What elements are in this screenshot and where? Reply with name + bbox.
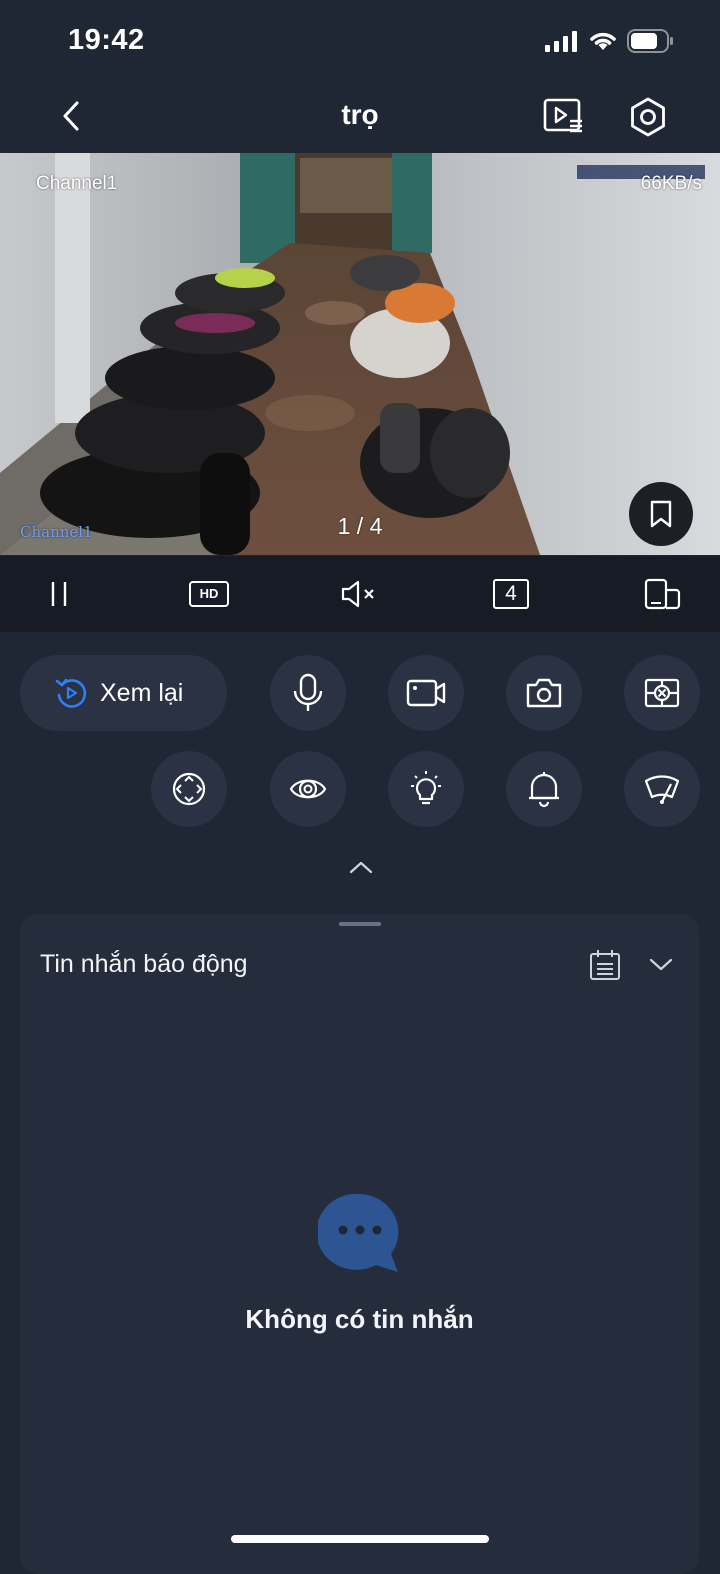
video-camera-icon (406, 679, 446, 707)
camera-icon (526, 678, 562, 708)
rotate-device-icon (644, 578, 681, 610)
mute-button[interactable] (338, 574, 380, 614)
bookmark-icon (650, 500, 672, 528)
alarm-messages-panel: Tin nhắn báo động Không có tin nhắn (20, 914, 699, 1574)
battery-icon (627, 29, 675, 58)
grid-close-icon (644, 678, 680, 708)
signal-icon (545, 30, 579, 57)
calendar-icon (590, 950, 620, 980)
page-indicator: 1 / 4 (337, 513, 383, 539)
ptz-button[interactable] (151, 751, 227, 827)
talk-button[interactable] (270, 655, 346, 731)
chevron-up-icon (349, 861, 373, 874)
quality-button[interactable]: HD (188, 574, 230, 614)
light-bulb-icon (411, 771, 441, 805)
empty-message-icon (316, 1192, 402, 1281)
alarm-title: Tin nhắn báo động (40, 950, 248, 978)
channel-label: Channel1 (36, 173, 118, 194)
light-button[interactable] (388, 751, 464, 827)
privacy-button[interactable] (270, 751, 346, 827)
alarm-siren-button[interactable] (506, 751, 582, 827)
replay-icon (55, 678, 87, 708)
pause-button[interactable] (38, 574, 80, 614)
live-video-view[interactable]: Channel1 66KB/s Channel1 1 / 4 (0, 153, 720, 555)
split-count-badge: 4 (493, 579, 529, 609)
calendar-button[interactable] (588, 948, 622, 982)
direction-pad-icon (172, 772, 206, 806)
record-button[interactable] (388, 655, 464, 731)
playlist-icon (543, 98, 582, 133)
bell-icon (529, 772, 559, 808)
eye-icon (289, 779, 327, 799)
chevron-down-icon (649, 958, 673, 971)
bitrate-label: 66KB/s (640, 173, 702, 194)
hexagon-settings-icon (631, 97, 665, 137)
wiper-button[interactable] (624, 751, 700, 827)
filter-dropdown-button[interactable] (646, 950, 676, 980)
rotate-screen-button[interactable] (641, 574, 683, 614)
drag-handle[interactable] (339, 922, 381, 926)
snapshot-button[interactable] (506, 655, 582, 731)
player-control-bar: HD 4 (0, 556, 720, 632)
pause-icon (51, 582, 67, 606)
replay-button[interactable]: Xem lại (20, 655, 227, 731)
settings-button[interactable] (627, 96, 669, 138)
hd-badge: HD (189, 581, 229, 607)
status-time: 19:42 (68, 24, 145, 56)
split-screen-button[interactable]: 4 (490, 574, 532, 614)
wiper-icon (644, 775, 680, 804)
wifi-icon (588, 28, 618, 57)
multi-view-button[interactable] (624, 655, 700, 731)
playback-list-button[interactable] (542, 97, 586, 137)
page-title: trọ (341, 99, 379, 130)
camera-feed-image (0, 153, 720, 555)
empty-message-text: Không có tin nhắn (245, 1304, 474, 1334)
collapse-button[interactable] (346, 855, 376, 879)
microphone-icon (293, 673, 323, 711)
home-indicator (231, 1535, 489, 1543)
replay-label: Xem lại (100, 678, 184, 707)
bookmark-button[interactable] (629, 482, 693, 546)
speaker-muted-icon (341, 580, 374, 608)
